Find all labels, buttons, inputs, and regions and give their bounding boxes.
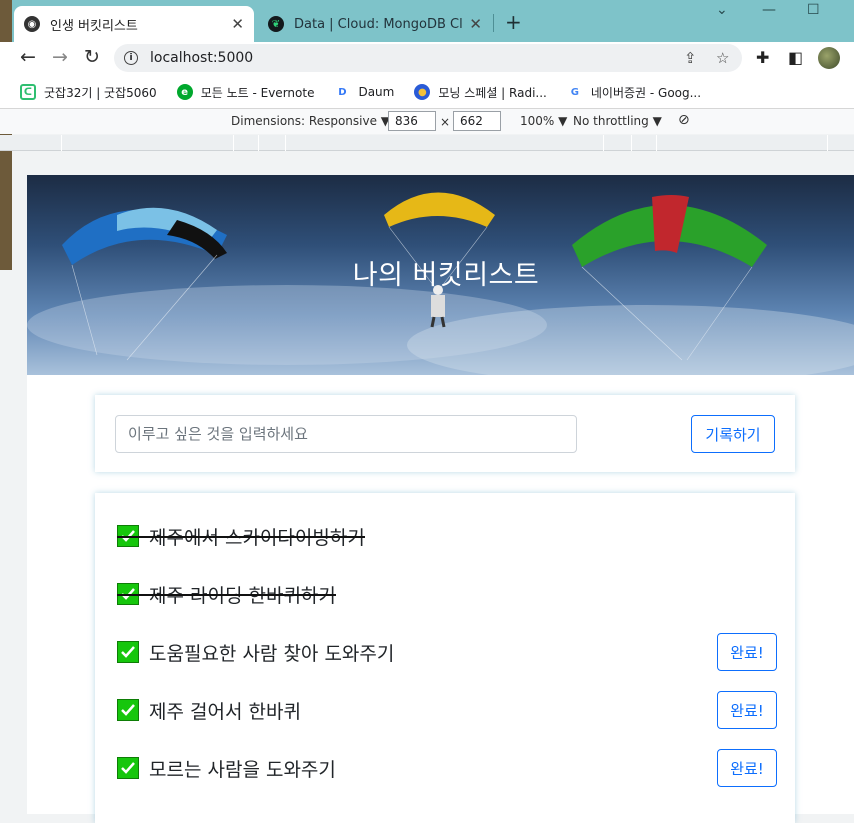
throttling-label: No throttling [573,114,649,128]
check-mark-icon [117,641,139,663]
back-arrow-icon[interactable]: ← [20,46,36,68]
side-panel-icon[interactable]: ◧ [788,48,803,67]
strikethrough-line [117,594,336,596]
tab-title: 인생 버킷리스트 [50,18,138,34]
google-icon: G [570,86,579,98]
page-title: 나의 버킷리스트 [352,260,540,291]
list-item: 도움필요한 사람 찾아 도와주기 완료! [117,632,777,672]
bookmark-label: Daum [358,85,395,99]
star-icon[interactable]: ☆ [716,49,729,67]
check-mark-icon [117,757,139,779]
url-text: localhost:5000 [150,50,254,66]
address-bar[interactable]: i localhost:5000 [114,44,742,72]
yellow-parachute [384,192,495,227]
maximize-icon[interactable]: ☐ [807,2,820,18]
bookmark-naver-finance[interactable]: G 네이버증권 - Goog... [567,84,701,101]
bucket-list-card: 제주에서 스카이다이빙하기제주 라이딩 한바퀴하기도움필요한 사람 찾아 도와주… [95,493,795,823]
record-button[interactable]: 기록하기 [691,415,775,453]
goal-input-card: 기록하기 [95,395,795,472]
strikethrough-line [117,536,365,538]
bookmark-daum[interactable]: D Daum [334,84,394,100]
list-item: 제주 걸어서 한바퀴 완료! [117,690,777,730]
device-height-field[interactable]: 662 [453,111,501,131]
tab-separator [493,14,494,32]
bookmark-radio[interactable]: ● 모닝 스페셜 | Radi... [414,84,547,101]
new-tab-button[interactable]: + [505,10,522,34]
goodjob-icon: ᑕ [20,84,36,100]
page-viewport: 나의 버킷리스트 기록하기 제주에서 스카이다이빙하기제주 라이딩 한바퀴하기도… [27,175,854,823]
profile-avatar[interactable] [818,47,840,69]
list-item: 제주 라이딩 한바퀴하기 [117,574,777,614]
share-icon[interactable]: ⇪ [684,49,697,67]
dimensions-label: Dimensions: Responsive [231,114,377,128]
close-icon[interactable]: ✕ [469,15,482,33]
zoom-dropdown[interactable]: 100% ▼ [520,114,567,128]
globe-icon: ◉ [24,16,40,32]
evernote-icon: e [176,84,193,100]
info-icon[interactable]: i [124,51,138,65]
done-button[interactable]: 완료! [717,633,777,671]
bookmark-label: 모닝 스페셜 | Radi... [438,85,547,100]
done-button[interactable]: 완료! [717,691,777,729]
zoom-label: 100% [520,114,555,128]
times-sign: × [440,115,451,129]
device-width-field[interactable]: 836 [388,111,436,131]
done-button[interactable]: 완료! [717,749,777,787]
bookmark-label: 네이버증권 - Goog... [590,85,702,100]
radio-icon: ● [414,84,431,100]
bookmark-label: 굿잡32기 | 굿잡5060 [44,85,157,100]
throttling-dropdown[interactable]: No throttling ▼ [573,114,662,128]
forward-arrow-icon[interactable]: → [52,46,68,68]
hero-banner: 나의 버킷리스트 [27,175,854,375]
goal-text: 도움필요한 사람 찾아 도와주기 [149,643,395,665]
list-item: 제주에서 스카이다이빙하기 [117,516,777,556]
tab-bucketlist[interactable]: ◉ 인생 버킷리스트 ✕ [14,6,254,42]
dimensions-dropdown[interactable]: Dimensions: Responsive ▼ [231,114,390,128]
check-mark-icon [117,699,139,721]
bookmark-evernote[interactable]: e 모든 노트 - Evernote [176,84,315,101]
tab-mongodb[interactable]: ❦ Data | Cloud: MongoDB Cloud ✕ [258,6,492,42]
goal-text: 모르는 사람을 도와주기 [149,759,336,781]
media-query-ruler[interactable] [0,135,854,151]
bookmark-goodjob[interactable]: ᑕ 굿잡32기 | 굿잡5060 [20,84,157,101]
bookmarks-bar: ᑕ 굿잡32기 | 굿잡5060 e 모든 노트 - Evernote D Da… [0,76,854,108]
tab-search-icon[interactable]: ⌄ [716,2,728,18]
minimize-icon[interactable]: — [762,2,776,18]
list-item: 모르는 사람을 도와주기 완료! [117,748,777,788]
bookmark-label: 모든 노트 - Evernote [200,85,315,100]
daum-icon: D [338,86,347,98]
extensions-puzzle-icon[interactable]: ✚ [756,48,769,67]
goal-text: 제주 걸어서 한바퀴 [149,701,301,723]
reload-icon[interactable]: ↻ [84,46,100,68]
close-icon[interactable]: ✕ [231,15,244,33]
rotate-icon[interactable]: ⊘ [678,112,690,128]
goal-input[interactable] [115,415,577,453]
mongodb-leaf-icon: ❦ [268,16,284,32]
tab-title: Data | Cloud: MongoDB Cloud [294,16,463,32]
